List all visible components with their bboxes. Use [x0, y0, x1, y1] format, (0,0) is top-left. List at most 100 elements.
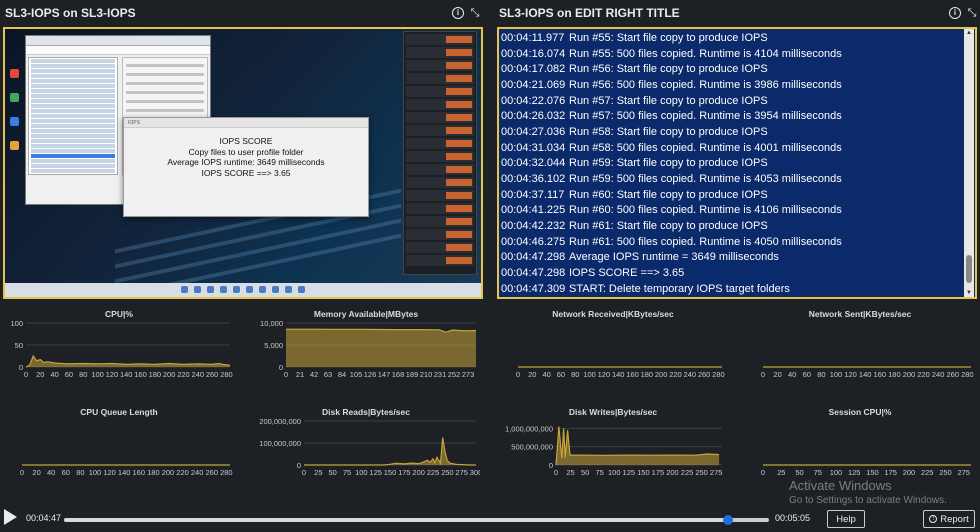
log-timestamp: 00:04:47.298 [501, 267, 566, 280]
log-message: Run #58: Start file copy to produce IOPS [569, 125, 768, 138]
x-tick-label: 150 [384, 468, 397, 477]
x-tick-label: 0 [761, 468, 765, 477]
log-message: Run #57: Start file copy to produce IOPS [569, 94, 768, 107]
x-tick-label: 100 [89, 468, 102, 477]
report-button-label: Report [940, 513, 969, 525]
scroll-up-icon[interactable]: ▲ [964, 30, 974, 36]
seek-knob[interactable] [722, 515, 733, 525]
log-line: 00:04:46.275 Run #61: 500 files copied. R… [501, 234, 963, 250]
x-tick-label: 275 [957, 468, 970, 477]
x-tick-label: 220 [669, 370, 682, 379]
x-tick-label: 126 [364, 370, 377, 379]
y-tick-label: 0 [19, 363, 23, 372]
right-expand-icon[interactable]: ⤡ [966, 7, 978, 19]
help-button[interactable]: Help [827, 510, 865, 528]
log-line: 00:04:11.977 Run #55: Start file copy to … [501, 30, 963, 46]
iops-score-dialog: IOPS IOPS SCORE Copy files to user profi… [123, 117, 369, 217]
x-tick-label: 120 [106, 370, 119, 379]
x-tick-label: 150 [637, 468, 650, 477]
right-info-icon[interactable]: i [949, 7, 961, 19]
x-tick-label: 25 [777, 468, 785, 477]
y-tick-label: 1,000,000,000 [505, 424, 553, 433]
x-tick-label: 60 [65, 370, 73, 379]
log-timestamp: 00:04:42.232 [501, 220, 566, 233]
log-message: Run #56: 500 files copied. Runtime is 39… [569, 78, 842, 91]
chart: Disk Reads|Bytes/sec 200,000,000 100,000,0… [252, 407, 480, 479]
x-tick-label: 150 [866, 468, 879, 477]
seek-progress [64, 518, 728, 522]
left-info-icon[interactable]: i [452, 7, 464, 19]
x-tick-label: 180 [147, 468, 160, 477]
x-tick-label: 75 [596, 468, 604, 477]
log-timestamp: 00:04:32.044 [501, 157, 566, 170]
scroll-thumb[interactable] [966, 255, 972, 283]
x-tick-label: 42 [310, 370, 318, 379]
log-timestamp: 00:04:17.082 [501, 63, 566, 76]
x-tick-label: 189 [406, 370, 419, 379]
report-button[interactable]: ! Report [923, 510, 975, 528]
dialog-line-4: IOPS SCORE ==> 3.65 [201, 167, 291, 178]
seek-slider[interactable] [64, 515, 769, 525]
x-tick-label: 225 [681, 468, 694, 477]
x-tick-label: 180 [149, 370, 162, 379]
scroll-down-icon[interactable]: ▼ [964, 290, 974, 296]
play-button[interactable] [4, 509, 17, 525]
log-line: 00:04:41.225 Run #60: 500 files copied. R… [501, 203, 963, 219]
x-tick-label: 100 [91, 370, 104, 379]
x-tick-label: 260 [205, 468, 218, 477]
log-scrollbar[interactable]: ▲ ▼ [964, 29, 974, 297]
left-panel-header: SL3-IOPS on SL3-IOPS [5, 0, 485, 26]
series-area [304, 437, 476, 465]
x-tick-label: 125 [623, 468, 636, 477]
x-tick-label: 80 [571, 370, 579, 379]
log-line: 00:04:47.298 IOPS SCORE ==> 3.65 [501, 265, 963, 281]
x-tick-label: 180 [888, 370, 901, 379]
x-tick-label: 125 [369, 468, 382, 477]
x-tick-label: 0 [20, 468, 24, 477]
x-tick-label: 200 [666, 468, 679, 477]
log-message: Run #60: Start file copy to produce IOPS [569, 188, 768, 201]
log-timestamp: 00:04:46.275 [501, 235, 566, 248]
x-tick-label: 240 [684, 370, 697, 379]
x-tick-label: 20 [36, 370, 44, 379]
chart: Network Received|KBytes/sec 0 20 40 60 80 100 1… [500, 309, 726, 381]
dialog-title: IOPS [124, 118, 368, 128]
x-tick-label: 250 [695, 468, 708, 477]
chart: CPU Queue Length 0 20 40 60 80 100 120 140 160 180… [4, 407, 234, 479]
dialog-line-3: Average IOPS runtime: 3649 milliseconds [167, 157, 325, 167]
x-tick-label: 252 [448, 370, 461, 379]
log-message: Run #58: 500 files copied. Runtime is 40… [569, 141, 842, 154]
x-tick-label: 300 [470, 468, 480, 477]
total-time: 00:05:05 [775, 513, 811, 523]
log-timestamp: 00:04:47.298 [501, 251, 566, 264]
x-tick-label: 273 [462, 370, 475, 379]
log-line: 00:04:47.309 START: Delete temporary IOPS… [501, 281, 963, 297]
dialog-line-2: Copy files to user profile folder [188, 146, 304, 157]
chart-svg: 10,0005,00000 21 42 63 84 105 126 147 168 189 210 2… [260, 319, 477, 379]
series-line [304, 437, 476, 466]
chart-svg: 0 20 40 60 80 100 120 140 160 180 200 220 240 260 280 [20, 464, 233, 477]
chart: Memory Available|MBytes 10,000 5,000 0 0 21 42… [252, 309, 480, 381]
log-message: Average IOPS runtime = 3649 milliseconds [569, 251, 779, 264]
y-tick-label: 500,000,000 [511, 443, 553, 452]
x-tick-label: 60 [803, 370, 811, 379]
x-tick-label: 80 [817, 370, 825, 379]
x-tick-label: 280 [961, 370, 974, 379]
x-tick-label: 210 [420, 370, 433, 379]
x-tick-label: 240 [932, 370, 945, 379]
activate-windows-line1: Activate Windows [789, 478, 892, 493]
x-tick-label: 40 [47, 468, 55, 477]
log-lines: 00:04:11.977 Run #55: Start file copy to … [501, 30, 963, 297]
x-tick-label: 0 [24, 370, 28, 379]
x-tick-label: 160 [134, 370, 147, 379]
log-line: 00:04:47.298 Average IOPS runtime = 3649 … [501, 250, 963, 266]
left-panel-title: SL3-IOPS on SL3-IOPS [5, 6, 136, 20]
x-tick-label: 120 [103, 468, 116, 477]
session-screenshot: IOPS IOPS SCORE Copy files to user profi… [3, 27, 483, 299]
left-expand-icon[interactable]: ⤡ [469, 7, 481, 19]
x-tick-label: 200 [903, 370, 916, 379]
x-tick-label: 220 [176, 468, 189, 477]
x-tick-label: 240 [191, 468, 204, 477]
help-button-label: Help [836, 513, 856, 525]
log-output[interactable]: 00:04:11.977 Run #55: Start file copy to … [497, 27, 977, 299]
